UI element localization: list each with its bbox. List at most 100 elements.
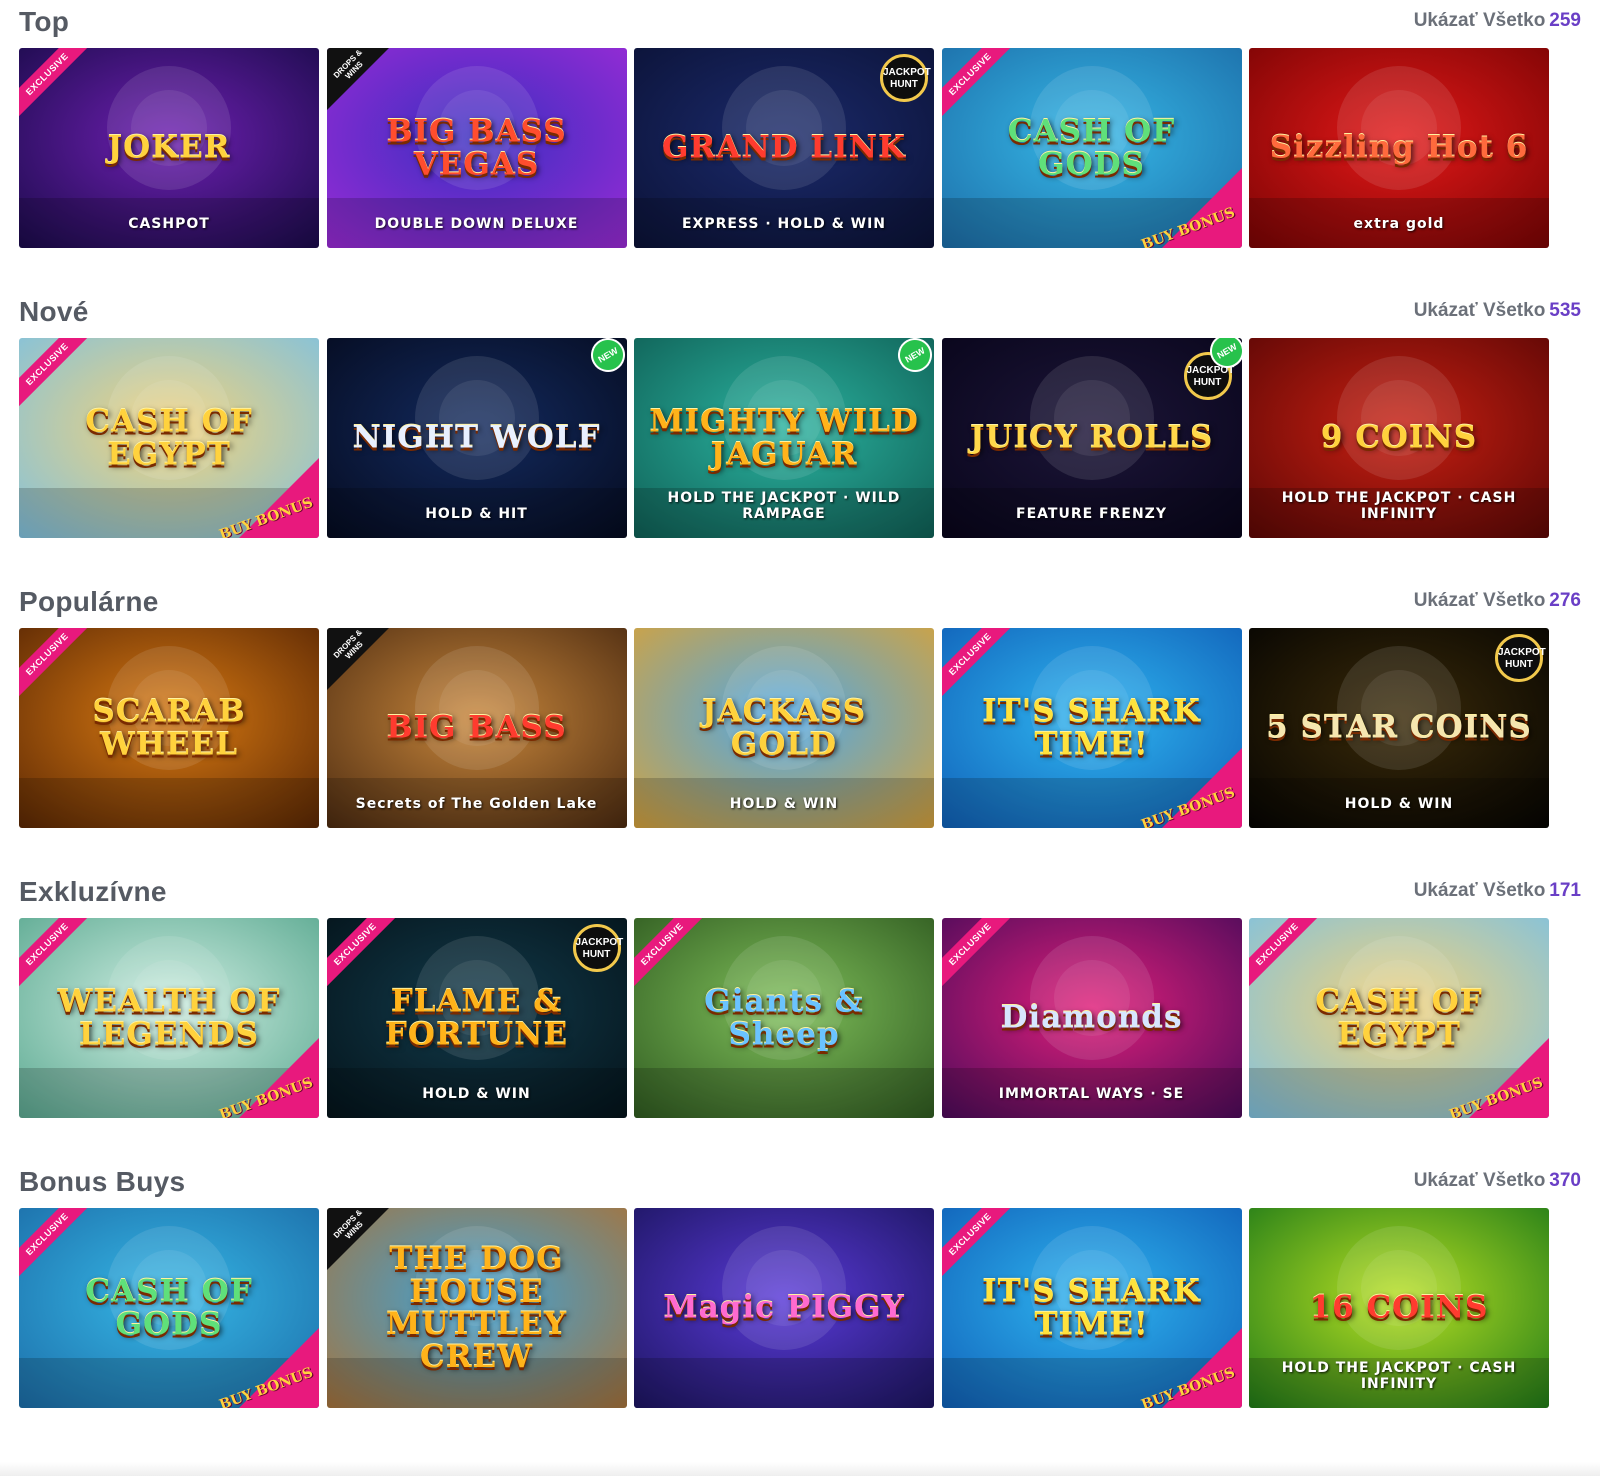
section-bonus-buys: Bonus Buys Ukázať Všetko 370 CASH OF GODS EX… xyxy=(19,1160,1581,1450)
exclusive-ribbon: EXCLUSIVE xyxy=(941,628,1032,718)
game-subtitle: IMMORTAL WAYS · SE xyxy=(998,1086,1185,1102)
game-title: 5 STAR COINS xyxy=(1266,709,1532,746)
exclusive-ribbon-label: EXCLUSIVE xyxy=(1249,918,1327,994)
exclusive-ribbon: EXCLUSIVE xyxy=(19,628,109,718)
show-all-link[interactable]: Ukázať Všetko 259 xyxy=(1414,10,1581,32)
exclusive-ribbon: EXCLUSIVE xyxy=(19,1208,109,1298)
game-tile[interactable]: MIGHTY WILD JAGUAR HOLD THE JACKPOT · WIL… xyxy=(634,338,934,538)
game-tile[interactable]: NIGHT WOLF HOLD & HIT NEW xyxy=(326,338,627,538)
game-tile[interactable]: WEALTH OF LEGENDS EXCLUSIVE BUY BONUS xyxy=(19,918,319,1118)
game-subtitle: EXPRESS · HOLD & WIN xyxy=(681,216,887,232)
game-row: SCARAB WHEEL EXCLUSIVE BIG BASS Secrets of … xyxy=(19,628,1581,828)
game-tile[interactable]: BIG BASS Secrets of The Golden Lake DROPS … xyxy=(326,628,627,828)
game-tile[interactable]: 5 STAR COINS HOLD & WIN JACKPOT HUNT xyxy=(1249,628,1549,828)
show-all-label: Ukázať Všetko xyxy=(1413,10,1546,31)
show-all-count: 370 xyxy=(1549,1170,1581,1191)
exclusive-ribbon: EXCLUSIVE xyxy=(19,918,109,1008)
section-header: Top Ukázať Všetko 259 xyxy=(19,0,1581,40)
show-all-label: Ukázať Všetko xyxy=(1413,590,1546,611)
game-subtitle: DOUBLE DOWN DELUXE xyxy=(374,216,579,232)
exclusive-ribbon: EXCLUSIVE xyxy=(941,1208,1032,1298)
game-subtitle: HOLD & WIN xyxy=(729,796,839,812)
game-subtitle: Secrets of The Golden Lake xyxy=(355,796,598,812)
game-subtitle: HOLD & WIN xyxy=(1344,796,1454,812)
game-tile[interactable]: JACKASS GOLD HOLD & WIN xyxy=(634,628,934,828)
game-row: CASH OF EGYPT EXCLUSIVE BUY BONUS NIGHT WOL… xyxy=(19,338,1581,538)
game-subtitle: extra gold xyxy=(1353,216,1445,232)
show-all-label: Ukázať Všetko xyxy=(1413,1170,1546,1191)
game-tile[interactable]: IT'S SHARK TIME! EXCLUSIVE BUY BONUS xyxy=(941,1208,1242,1408)
exclusive-ribbon-label: EXCLUSIVE xyxy=(941,918,1019,994)
game-row: WEALTH OF LEGENDS EXCLUSIVE BUY BONUS FLAME… xyxy=(19,918,1581,1118)
show-all-count: 259 xyxy=(1549,10,1581,31)
page-bottom-edge xyxy=(0,1462,1600,1476)
jackpot-hunt-badge: JACKPOT HUNT xyxy=(880,54,931,102)
show-all-label: Ukázať Všetko xyxy=(1413,880,1546,901)
exclusive-ribbon: EXCLUSIVE xyxy=(941,918,1032,1008)
show-all-count: 276 xyxy=(1549,590,1581,611)
exclusive-ribbon-label: EXCLUSIVE xyxy=(941,628,1019,704)
exclusive-ribbon: EXCLUSIVE xyxy=(19,48,109,138)
game-title: MIGHTY WILD JAGUAR xyxy=(649,403,919,472)
game-tile[interactable]: 16 COINS HOLD THE JACKPOT · CASH INFINITY xyxy=(1249,1208,1549,1408)
game-subtitle: FEATURE FRENZY xyxy=(1016,506,1167,522)
exclusive-ribbon-label: EXCLUSIVE xyxy=(941,48,1019,124)
game-subtitle: HOLD & HIT xyxy=(425,506,528,522)
game-tile[interactable]: Magic PIGGY xyxy=(634,1208,934,1408)
section-exkluzivne: Exkluzívne Ukázať Všetko 171 WEALTH OF LEGE… xyxy=(19,870,1581,1160)
show-all-link[interactable]: Ukázať Všetko 276 xyxy=(1414,590,1581,612)
game-title: Sizzling Hot 6 xyxy=(1269,129,1529,166)
game-tile[interactable]: FLAME & FORTUNE HOLD & WIN EXCLUSIVE JACKPO… xyxy=(326,918,627,1118)
game-tile[interactable]: Giants & Sheep EXCLUSIVE xyxy=(634,918,934,1118)
game-tile[interactable]: 9 COINS HOLD THE JACKPOT · CASH INFINITY xyxy=(1249,338,1549,538)
game-title: Magic PIGGY xyxy=(663,1289,905,1326)
game-title: GRAND LINK xyxy=(662,129,906,166)
exclusive-ribbon-label: EXCLUSIVE xyxy=(326,918,404,994)
game-title: BIG BASS VEGAS xyxy=(386,113,567,182)
exclusive-ribbon-label: EXCLUSIVE xyxy=(19,918,97,994)
game-subtitle: CASHPOT xyxy=(128,216,210,232)
game-row: JOKER CASHPOT EXCLUSIVE BIG BASS VEGAS DOUBL… xyxy=(19,48,1581,248)
exclusive-ribbon: EXCLUSIVE xyxy=(326,918,417,1008)
game-subtitle: HOLD & WIN xyxy=(422,1086,531,1102)
exclusive-ribbon: EXCLUSIVE xyxy=(1249,918,1339,1008)
section-header: Nové Ukázať Všetko 535 xyxy=(19,290,1581,330)
game-tile[interactable]: GRAND LINK EXPRESS · HOLD & WIN JACKPOT HU… xyxy=(634,48,934,248)
game-tile[interactable]: Sizzling Hot 6 extra gold xyxy=(1249,48,1549,248)
game-title: JUICY ROLLS xyxy=(969,419,1214,456)
exclusive-ribbon: EXCLUSIVE xyxy=(941,48,1032,138)
section-header: Populárne Ukázať Všetko 276 xyxy=(19,580,1581,620)
game-tile[interactable]: JOKER CASHPOT EXCLUSIVE xyxy=(19,48,319,248)
exclusive-ribbon-label: EXCLUSIVE xyxy=(19,628,97,704)
show-all-label: Ukázať Všetko xyxy=(1413,300,1546,321)
show-all-count: 535 xyxy=(1549,300,1581,321)
section-top: Top Ukázať Všetko 259 JOKER CASHPOT EXCLUSIVE… xyxy=(19,0,1581,290)
exclusive-ribbon-label: EXCLUSIVE xyxy=(941,1208,1019,1284)
exclusive-ribbon-label: EXCLUSIVE xyxy=(634,918,712,994)
game-title: JACKASS GOLD xyxy=(701,693,867,762)
section-popularne: Populárne Ukázať Všetko 276 SCARAB WHEEL EXC… xyxy=(19,580,1581,870)
exclusive-ribbon-label: EXCLUSIVE xyxy=(19,338,97,414)
game-tile[interactable]: BIG BASS VEGAS DOUBLE DOWN DELUXE DROPS & … xyxy=(326,48,627,248)
game-tile[interactable]: CASH OF GODS EXCLUSIVE BUY BONUS xyxy=(941,48,1242,248)
game-tile[interactable]: JUICY ROLLS FEATURE FRENZY NEW JACKPOT HUNT xyxy=(941,338,1242,538)
game-tile[interactable]: CASH OF GODS EXCLUSIVE BUY BONUS xyxy=(19,1208,319,1408)
show-all-link[interactable]: Ukázať Všetko 370 xyxy=(1414,1170,1581,1192)
game-tile[interactable]: Diamonds IMMORTAL WAYS · SE EXCLUSIVE xyxy=(941,918,1242,1118)
game-tile[interactable]: THE DOG HOUSE MUTTLEY CREW DROPS & WINS xyxy=(326,1208,627,1408)
game-tile[interactable]: CASH OF EGYPT EXCLUSIVE BUY BONUS xyxy=(19,338,319,538)
game-title: BIG BASS xyxy=(386,709,567,746)
game-tile[interactable]: IT'S SHARK TIME! EXCLUSIVE BUY BONUS xyxy=(941,628,1242,828)
section-title: Nové xyxy=(19,296,89,327)
game-tile[interactable]: CASH OF EGYPT EXCLUSIVE BUY BONUS xyxy=(1249,918,1549,1118)
game-subtitle: HOLD THE JACKPOT · CASH INFINITY xyxy=(1281,1360,1517,1392)
exclusive-ribbon-label: EXCLUSIVE xyxy=(19,1208,97,1284)
game-tile[interactable]: SCARAB WHEEL EXCLUSIVE xyxy=(19,628,319,828)
show-all-link[interactable]: Ukázať Všetko 535 xyxy=(1414,300,1581,322)
section-title: Populárne xyxy=(19,586,159,617)
game-subtitle: HOLD THE JACKPOT · WILD RAMPAGE xyxy=(667,490,901,522)
show-all-link[interactable]: Ukázať Všetko 171 xyxy=(1414,880,1581,902)
section-header: Exkluzívne Ukázať Všetko 171 xyxy=(19,870,1581,910)
section-nove: Nové Ukázať Všetko 535 CASH OF EGYPT EXCLUSI… xyxy=(19,290,1581,580)
section-title: Bonus Buys xyxy=(19,1166,186,1197)
